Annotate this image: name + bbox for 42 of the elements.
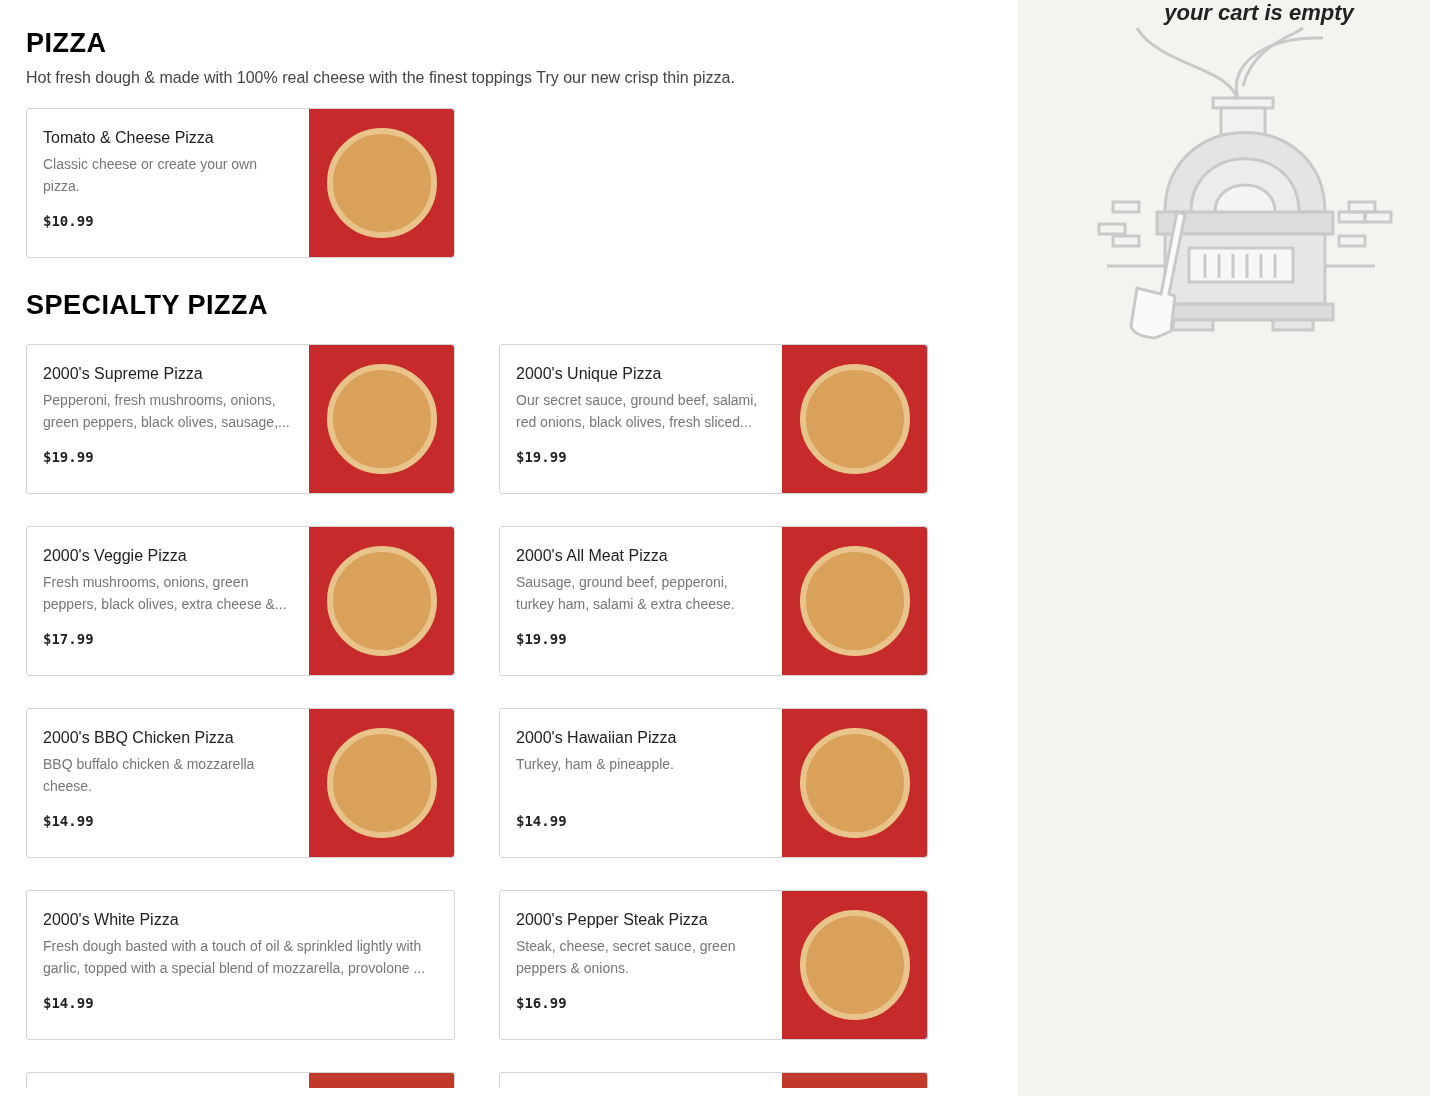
menu-item-card[interactable]: 2000's Pepper Steak Pizza Steak, cheese, secret sauce, green peppers & onions. $16.99 <box>499 890 928 1040</box>
section-title: SPECIALTY PIZZA <box>26 290 269 320</box>
item-name: Tomato & Cheese Pizza <box>43 128 215 148</box>
item-name: 2000's White Pizza <box>43 910 180 930</box>
item-name: 2000's Hawaiian Pizza <box>516 728 678 748</box>
item-name: 2000's Unique Pizza <box>516 364 663 384</box>
item-description: Our secret sauce, ground beef, salami, red onions, black olives, fresh sliced... <box>516 391 759 432</box>
item-description: BBQ buffalo chicken & mozzarella cheese. <box>43 755 256 796</box>
menu-item-card[interactable]: 2000's All Meat Pizza Sausage, ground beef, pepperoni, turkey ham, salami & extra cheese. $19.99 <box>499 526 928 676</box>
item-description: Sausage, ground beef, pepperoni, turkey ham, salami & extra cheese. <box>516 573 736 614</box>
item-price: $19.99 <box>516 448 568 467</box>
item-name: 2000's Pepper Steak Pizza <box>516 910 709 930</box>
item-description: Turkey, ham & pineapple. <box>516 755 675 774</box>
menu-item-card[interactable]: 2000's Hawaiian Pizza Turkey, ham & pineapple. $14.99 <box>499 708 928 858</box>
item-description: Steak, cheese, secret sauce, green peppers & onions. <box>516 937 737 978</box>
item-price: $14.99 <box>516 812 568 831</box>
item-price: $10.99 <box>43 212 95 231</box>
item-name: 2000's All Meat Pizza <box>516 546 669 566</box>
item-price: $19.99 <box>516 630 568 649</box>
menu-item-card[interactable]: 2000's White Pizza Fresh dough basted with a touch of oil & sprinkled lightly with garlic, topped with a special blend of mozzarella, provolone ... $14.99 <box>26 890 455 1040</box>
menu-item-card[interactable]: Tomato & Cheese Pizza Classic cheese or create your own pizza. $10.99 <box>26 108 455 258</box>
item-name: 2000's BBQ Chicken Pizza <box>43 728 235 748</box>
menu-item-card[interactable]: 2000's Veggie Pizza Fresh mushrooms, onions, green peppers, black olives, extra cheese &... $17.99 <box>26 526 455 676</box>
section-title: PIZZA <box>26 28 107 58</box>
empty-cart-message: your cart is empty <box>1164 0 1354 26</box>
menu-item-card[interactable]: 2000's BBQ Chicken Pizza BBQ buffalo chicken & mozzarella cheese. $14.99 <box>26 708 455 858</box>
item-name: 2000's Veggie Pizza <box>43 546 188 566</box>
item-description: Pepperoni, fresh mushrooms, onions, green peppers, black olives, sausage,... <box>43 391 291 432</box>
menu-item-card[interactable]: 2000's Supreme Pizza Pepperoni, fresh mushrooms, onions, green peppers, black olives, sausage,... $19.99 <box>26 344 455 494</box>
menu-item-card[interactable]: 2000's Unique Pizza Our secret sauce, ground beef, salami, red onions, black olives, fresh sliced... $19.99 <box>499 344 928 494</box>
menu-item-card[interactable] <box>26 1072 455 1088</box>
item-description: Classic cheese or create your own pizza. <box>43 155 258 196</box>
item-price: $19.99 <box>43 448 95 467</box>
item-price: $16.99 <box>516 994 568 1013</box>
item-price: $14.99 <box>43 812 95 831</box>
section-description: Hot fresh dough & made with 100% real cheese with the finest toppings Try our new crisp thin pizza. <box>26 68 735 88</box>
item-price: $14.99 <box>43 994 95 1013</box>
item-description: Fresh mushrooms, onions, green peppers, black olives, extra cheese &... <box>43 573 288 614</box>
item-price: $17.99 <box>43 630 95 649</box>
item-name: 2000's Supreme Pizza <box>43 364 204 384</box>
menu-item-card[interactable] <box>499 1072 928 1088</box>
item-description: Fresh dough basted with a touch of oil & sprinkled lightly with garlic, topped with a special blend of mozzarella, provolone ... <box>43 937 427 978</box>
